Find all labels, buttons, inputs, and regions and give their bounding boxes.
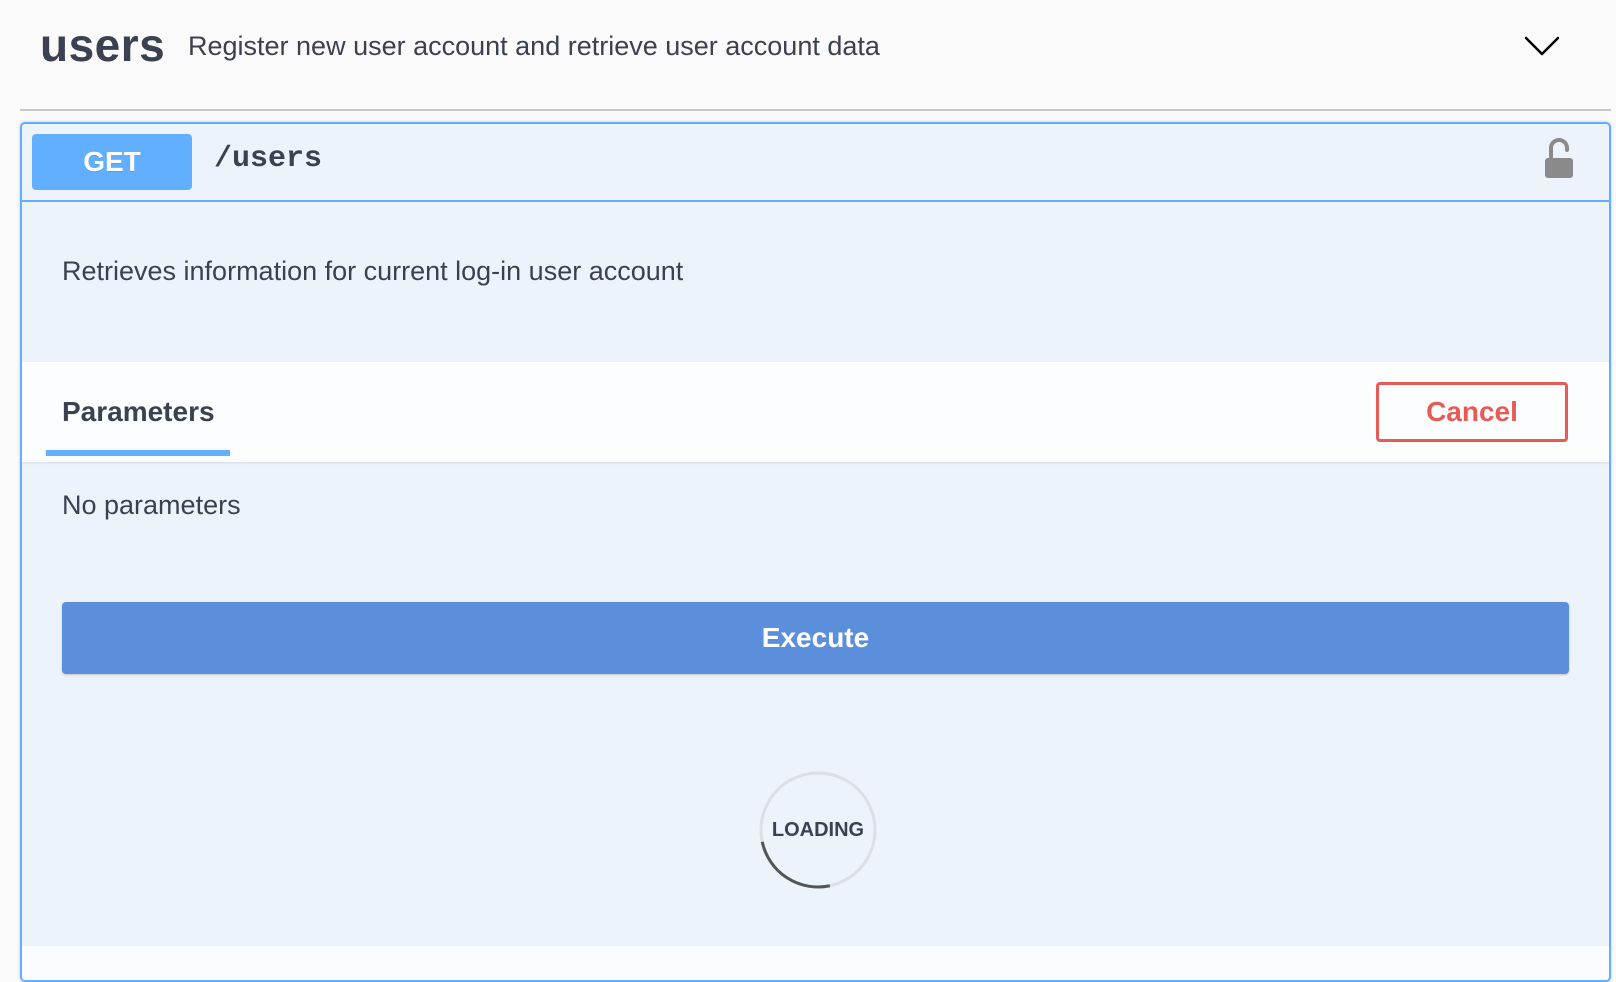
tab-parameters-label: Parameters <box>62 396 215 427</box>
responses-section-edge <box>22 946 1609 980</box>
chevron-down-icon[interactable] <box>1520 24 1564 68</box>
operation-path: /users <box>214 142 323 176</box>
cancel-button[interactable]: Cancel <box>1376 382 1568 442</box>
operation-description: Retrieves information for current log-in… <box>62 256 684 286</box>
tag-description: Register new user account and retrieve u… <box>188 31 880 61</box>
get-users-operation: GET /users Retrieves information for cur… <box>20 122 1611 982</box>
tab-parameters[interactable]: Parameters <box>46 362 230 462</box>
operation-summary[interactable]: GET /users <box>22 124 1609 202</box>
loading-spinner: LOADING <box>758 770 878 890</box>
parameters-header: Parameters Cancel <box>22 362 1609 462</box>
method-badge: GET <box>32 134 192 190</box>
no-parameters-text: No parameters <box>62 490 241 520</box>
tab-active-indicator <box>46 450 230 456</box>
loading-label: LOADING <box>771 818 865 841</box>
tag-header[interactable]: users Register new user account and retr… <box>20 0 1611 111</box>
execute-button[interactable]: Execute <box>62 602 1569 674</box>
unlocked-padlock-icon[interactable] <box>1541 136 1577 182</box>
tag-name: users <box>40 19 166 71</box>
